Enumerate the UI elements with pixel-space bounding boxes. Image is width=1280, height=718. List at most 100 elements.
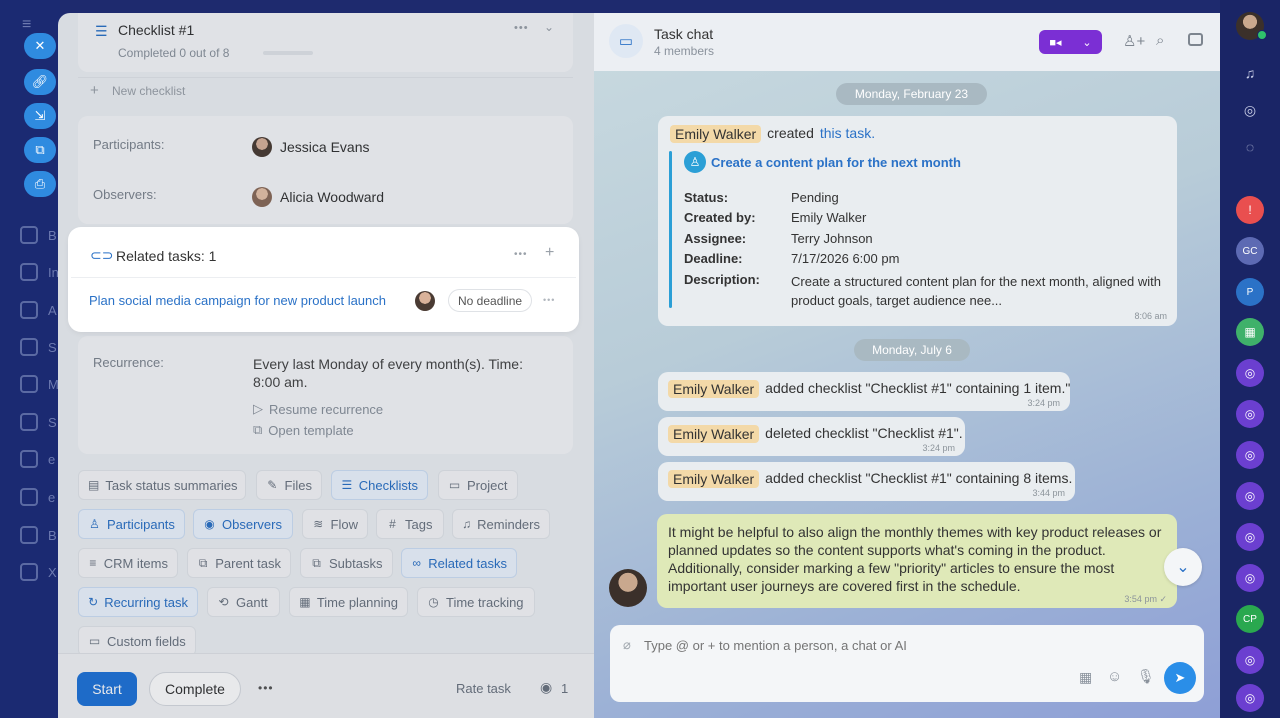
rate-task-button[interactable]: Rate task [456,681,511,696]
chip-subtasks[interactable]: ⧉ Subtasks [300,548,393,578]
channel-icon[interactable]: ◎ [1236,684,1264,712]
hashtag-icon: # [389,517,396,531]
close-button[interactable]: ✕ [24,33,56,59]
chat-bubble-icon[interactable]: ◌ [1236,133,1264,161]
emoji-icon[interactable]: ☺ [1107,668,1122,685]
chip-label: Participants [107,516,175,532]
observer-entry[interactable]: Alicia Woodward [252,187,384,207]
channel-icon[interactable]: ◎ [1236,564,1264,592]
rail-app-icon[interactable] [20,563,38,581]
chip-time-planning[interactable]: ▦ Time planning [289,587,408,617]
rail-app-icon[interactable] [20,301,38,319]
add-member-icon[interactable]: ♙+ [1123,32,1145,50]
copy-link-button[interactable]: 🔗︎ [24,69,56,95]
flow-icon: ≋ [313,517,324,531]
message-time: 3:24 pm [922,443,955,453]
apps-icon[interactable]: ▦ [1079,669,1092,686]
related-task-link[interactable]: Plan social media campaign for new produ… [89,293,386,308]
paperclip-icon[interactable]: ⌀ [623,637,631,653]
bell-icon[interactable]: ♫ [1236,59,1264,87]
chip-time-tracking[interactable]: ◷ Time tracking [417,587,535,617]
chip-custom-fields[interactable]: ▭ Custom fields [78,626,196,656]
task-title-link[interactable]: Create a content plan for the next month [711,155,961,170]
rail-app-icon[interactable] [20,226,38,244]
search-icon[interactable]: ⌕ [1156,32,1164,49]
message-time: 3:54 pm ✓ [1124,594,1167,604]
rail-app-icon[interactable] [20,488,38,506]
chip-reminders[interactable]: ♫ Reminders [452,509,550,539]
channel-icon[interactable]: ◎ [1236,482,1264,510]
chip-label: Time planning [316,594,398,610]
chip-parent-task[interactable]: ⧉ Parent task [187,548,291,578]
channel-icon[interactable]: ◎ [1236,646,1264,674]
channel-icon[interactable]: ◎ [1236,359,1264,387]
related-tasks-title: Related tasks: 1 [116,248,217,264]
channel-icon[interactable]: ◎ [1236,523,1264,551]
chip-project[interactable]: ▭ Project [438,470,518,500]
chip-flow[interactable]: ≋ Flow [302,509,368,539]
start-button[interactable]: Start [77,672,137,706]
chip-recurring-task[interactable]: ↻ Recurring task [78,587,198,617]
task-created-message: Emily Walker created this task. ♙ Create… [658,116,1177,326]
avatar[interactable] [609,569,647,607]
more-icon[interactable]: ••• [543,295,555,305]
resume-recurrence-link[interactable]: ▷ Resume recurrence [253,401,383,417]
chip-label: Tags [405,516,433,532]
rail-app-icon[interactable] [20,526,38,544]
rail-app-icon[interactable] [20,375,38,393]
author-name[interactable]: Emily Walker [668,425,760,443]
rail-app-label: S [48,415,57,430]
task-link[interactable]: this task. [820,125,875,143]
chip-tags[interactable]: # Tags [376,509,444,539]
group-chat-p[interactable]: P [1236,278,1264,306]
task-person-icon: ♙ [684,151,706,173]
group-chat-gc[interactable]: GC [1236,237,1264,265]
checklist-title[interactable]: Checklist #1 [118,22,194,38]
menu-icon[interactable]: ≡ [22,16,31,34]
send-button[interactable]: ➤ [1164,662,1196,694]
participant-entry[interactable]: Jessica Evans [252,137,369,157]
more-actions-button[interactable]: ••• [258,681,274,695]
event-text: deleted checklist "Checklist #1". [765,425,963,441]
message-input[interactable] [644,634,1184,656]
chip-related-tasks[interactable]: ∞ Related tasks [401,548,517,578]
rail-app-label: S [48,340,57,355]
new-checklist-row[interactable]: + New checklist [78,77,573,103]
complete-button[interactable]: Complete [149,672,241,706]
chip-crm-items[interactable]: ≡ CRM items [78,548,178,578]
chip-observers[interactable]: ◉ Observers [193,509,293,539]
chip-gantt[interactable]: ⟲ Gantt [207,587,280,617]
microphone-icon[interactable]: 🎙︎ [1137,668,1155,685]
alert-avatar[interactable]: ! [1236,196,1264,224]
chip-task-status-summaries[interactable]: ▤ Task status summaries [78,470,246,500]
rail-app-icon[interactable] [20,263,38,281]
sidebar-toggle-icon[interactable] [1188,33,1203,46]
rail-app-icon[interactable] [20,338,38,356]
channel-icon[interactable]: ◎ [1236,441,1264,469]
print-button[interactable]: ⎙ [24,171,56,197]
deadline-badge[interactable]: No deadline [448,289,533,312]
group-chat-icon[interactable]: ▦ [1236,318,1264,346]
chevron-down-icon[interactable]: ⌄ [544,20,554,34]
author-name[interactable]: Emily Walker [668,470,760,488]
rail-app-label: B [48,528,57,543]
group-chat-cp[interactable]: CP [1236,605,1264,633]
chip-files[interactable]: ✎ Files [256,470,322,500]
copilot-icon[interactable]: ◎ [1236,96,1264,124]
more-icon[interactable]: ••• [514,22,529,34]
more-icon[interactable]: ••• [514,249,528,260]
scroll-down-button[interactable]: ⌄ [1164,548,1202,586]
author-name[interactable]: Emily Walker [670,125,762,143]
open-template-link[interactable]: ⧉ Open template [253,422,354,438]
author-name[interactable]: Emily Walker [668,380,760,398]
rail-app-icon[interactable] [20,413,38,431]
chip-checklists[interactable]: ☰ Checklists [331,470,428,500]
video-call-button[interactable]: ■◂ ⌄ [1039,30,1102,54]
chat-members[interactable]: 4 members [654,44,714,58]
download-button[interactable]: ⇲ [24,103,56,129]
channel-icon[interactable]: ◎ [1236,400,1264,428]
chip-participants[interactable]: ♙ Participants [78,509,185,539]
open-new-window-button[interactable]: ⧉ [24,137,56,163]
plus-icon[interactable]: + [545,244,554,262]
rail-app-icon[interactable] [20,450,38,468]
